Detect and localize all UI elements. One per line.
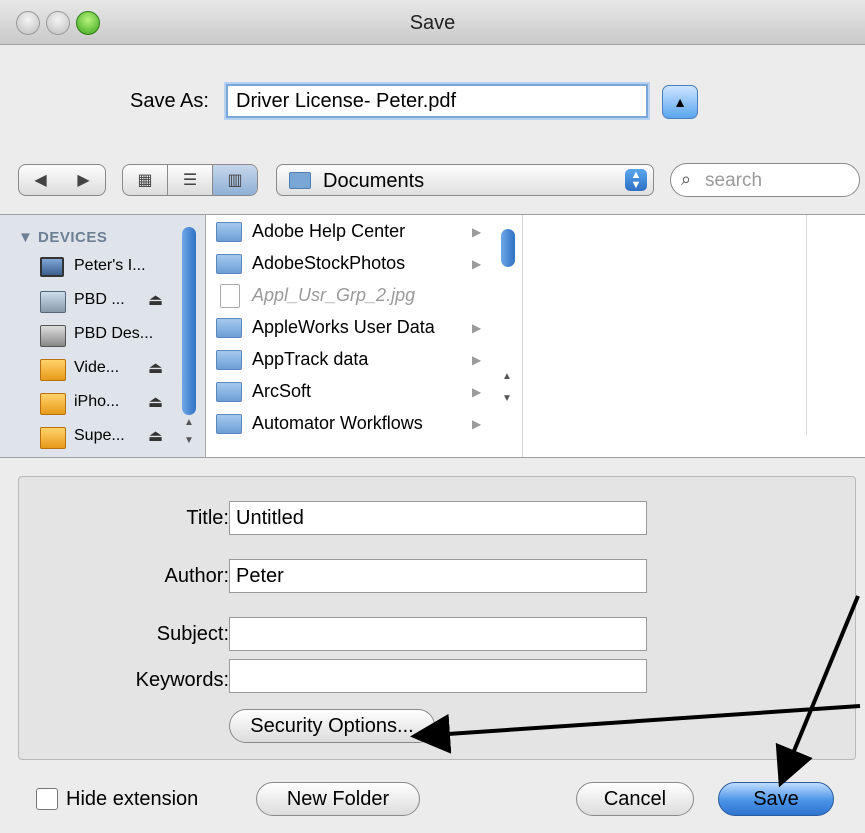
- forward-arrow-icon[interactable]: ▶: [62, 170, 105, 190]
- list-item[interactable]: AppleWorks User Data ▶: [216, 315, 486, 345]
- location-popup[interactable]: Documents ▲ ▼: [276, 164, 654, 196]
- scroll-up-arrow-icon[interactable]: ▲: [502, 371, 512, 382]
- author-label: Author:: [164, 565, 229, 587]
- disclosure-arrow-icon: ▶: [472, 417, 482, 431]
- computer-icon: [40, 257, 64, 277]
- eject-icon[interactable]: ⏏: [148, 358, 163, 378]
- volume-icon: [40, 393, 66, 415]
- list-item[interactable]: Adobe Help Center ▶: [216, 219, 486, 249]
- sidebar-item-computer[interactable]: Peter's I...: [40, 253, 180, 281]
- sidebar-item-label: PBD Des...: [74, 325, 154, 342]
- file-label: AdobeStockPhotos: [252, 253, 406, 273]
- list-view-icon[interactable]: ☰: [168, 165, 213, 195]
- scroll-down-arrow-icon[interactable]: ▼: [502, 393, 512, 404]
- subject-label: Subject:: [156, 623, 229, 645]
- window-title: Save: [409, 12, 456, 34]
- sidebar: ▼ DEVICES Peter's I... PBD ... ⏏ PBD Des…: [0, 215, 206, 457]
- list-item[interactable]: Automator Workflows ▶: [216, 411, 486, 441]
- eject-icon[interactable]: ⏏: [148, 392, 163, 412]
- volume-icon: [40, 359, 66, 381]
- list-item[interactable]: ArcSoft ▶: [216, 379, 486, 409]
- search-icon: ⌕: [681, 169, 692, 189]
- scroll-up-arrow-icon[interactable]: ▲: [184, 417, 194, 428]
- eject-icon[interactable]: ⏏: [148, 290, 163, 310]
- subject-field[interactable]: [229, 617, 647, 651]
- list-item[interactable]: AdobeStockPhotos ▶: [216, 251, 486, 281]
- popup-arrows-icon: ▲ ▼: [625, 169, 647, 191]
- search-field[interactable]: ⌕ search: [670, 163, 860, 197]
- title-bar: Save: [0, 0, 865, 45]
- disclosure-arrow-icon: ▶: [472, 353, 482, 367]
- sidebar-item-pbd-disk[interactable]: PBD ... ⏏: [40, 287, 180, 315]
- file-label: Automator Workflows: [252, 413, 423, 433]
- folder-icon: [289, 172, 311, 189]
- author-field[interactable]: [229, 559, 647, 593]
- hide-extension-label[interactable]: Hide extension: [66, 788, 198, 811]
- cancel-button[interactable]: Cancel: [576, 782, 694, 816]
- new-folder-button[interactable]: New Folder: [256, 782, 420, 816]
- folder-icon: [216, 254, 242, 274]
- save-as-field[interactable]: [226, 84, 648, 118]
- folder-icon: [216, 414, 242, 434]
- pdf-metadata-panel: Title: Author: Subject: Keywords: Securi…: [18, 476, 856, 760]
- security-options-button[interactable]: Security Options...: [229, 709, 435, 743]
- save-as-label: Save As:: [130, 90, 209, 112]
- file-label: AppleWorks User Data: [252, 317, 435, 337]
- hard-drive-icon: [40, 325, 66, 347]
- sidebar-item-iphone[interactable]: iPho... ⏏: [40, 389, 180, 417]
- volume-icon: [40, 427, 66, 449]
- folder-icon: [216, 382, 242, 402]
- disk-icon: [40, 291, 66, 313]
- icon-view-icon[interactable]: ▦: [123, 165, 168, 195]
- disclosure-arrow-icon: ▶: [472, 385, 482, 399]
- file-label: AppTrack data: [252, 349, 369, 369]
- scrollbar-thumb[interactable]: [501, 229, 515, 267]
- sidebar-item-label: Vide...: [74, 359, 120, 376]
- scroll-down-arrow-icon[interactable]: ▼: [184, 435, 194, 446]
- scrollbar-thumb[interactable]: [182, 227, 196, 415]
- disclosure-arrow-icon: ▶: [472, 321, 482, 335]
- sidebar-item-label: PBD ...: [74, 291, 125, 308]
- hide-extension-checkbox[interactable]: [36, 788, 58, 810]
- sidebar-item-pbd-desktop[interactable]: PBD Des...: [40, 321, 180, 349]
- file-browser: ▼ DEVICES Peter's I... PBD ... ⏏ PBD Des…: [0, 214, 865, 458]
- eject-icon[interactable]: ⏏: [148, 426, 163, 446]
- location-label: Documents: [323, 170, 425, 192]
- chevron-up-icon: ▲: [673, 94, 687, 110]
- sidebar-item-label: Peter's I...: [74, 257, 146, 274]
- save-button[interactable]: Save: [718, 782, 834, 816]
- column-view-icon[interactable]: ▥: [213, 165, 257, 195]
- file-label: Appl_Usr_Grp_2.jpg: [252, 285, 416, 305]
- sidebar-item-video[interactable]: Vide... ⏏: [40, 355, 180, 383]
- file-label: ArcSoft: [252, 381, 312, 401]
- sidebar-item-super[interactable]: Supe... ⏏: [40, 423, 180, 451]
- sidebar-item-label: Supe...: [74, 427, 125, 444]
- view-mode-control[interactable]: ▦ ☰ ▥: [122, 164, 258, 196]
- back-forward-control[interactable]: ◀ ▶: [18, 164, 106, 196]
- folder-icon: [216, 222, 242, 242]
- column-scrollbar[interactable]: ▲ ▼: [498, 221, 518, 455]
- title-label: Title:: [186, 507, 229, 529]
- file-label: Adobe Help Center: [252, 221, 406, 241]
- collapse-browser-button[interactable]: ▲: [662, 85, 698, 119]
- sidebar-item-label: iPho...: [74, 393, 120, 410]
- keywords-label: Keywords:: [135, 669, 229, 691]
- disclosure-arrow-icon: ▶: [472, 225, 482, 239]
- folder-icon: [216, 318, 242, 338]
- back-arrow-icon[interactable]: ◀: [19, 170, 62, 190]
- empty-column: [806, 215, 831, 435]
- search-placeholder: search: [705, 170, 763, 191]
- sidebar-section-devices[interactable]: ▼ DEVICES: [18, 229, 107, 246]
- list-item: Appl_Usr_Grp_2.jpg: [216, 283, 486, 313]
- keywords-field[interactable]: [229, 659, 647, 693]
- title-field[interactable]: [229, 501, 647, 535]
- folder-icon: [216, 350, 242, 370]
- sidebar-scrollbar[interactable]: ▲ ▼: [180, 221, 200, 455]
- list-item[interactable]: AppTrack data ▶: [216, 347, 486, 377]
- disclosure-arrow-icon: ▶: [472, 257, 482, 271]
- image-file-icon: [220, 284, 240, 308]
- file-column: Adobe Help Center ▶ AdobeStockPhotos ▶ A…: [206, 215, 523, 457]
